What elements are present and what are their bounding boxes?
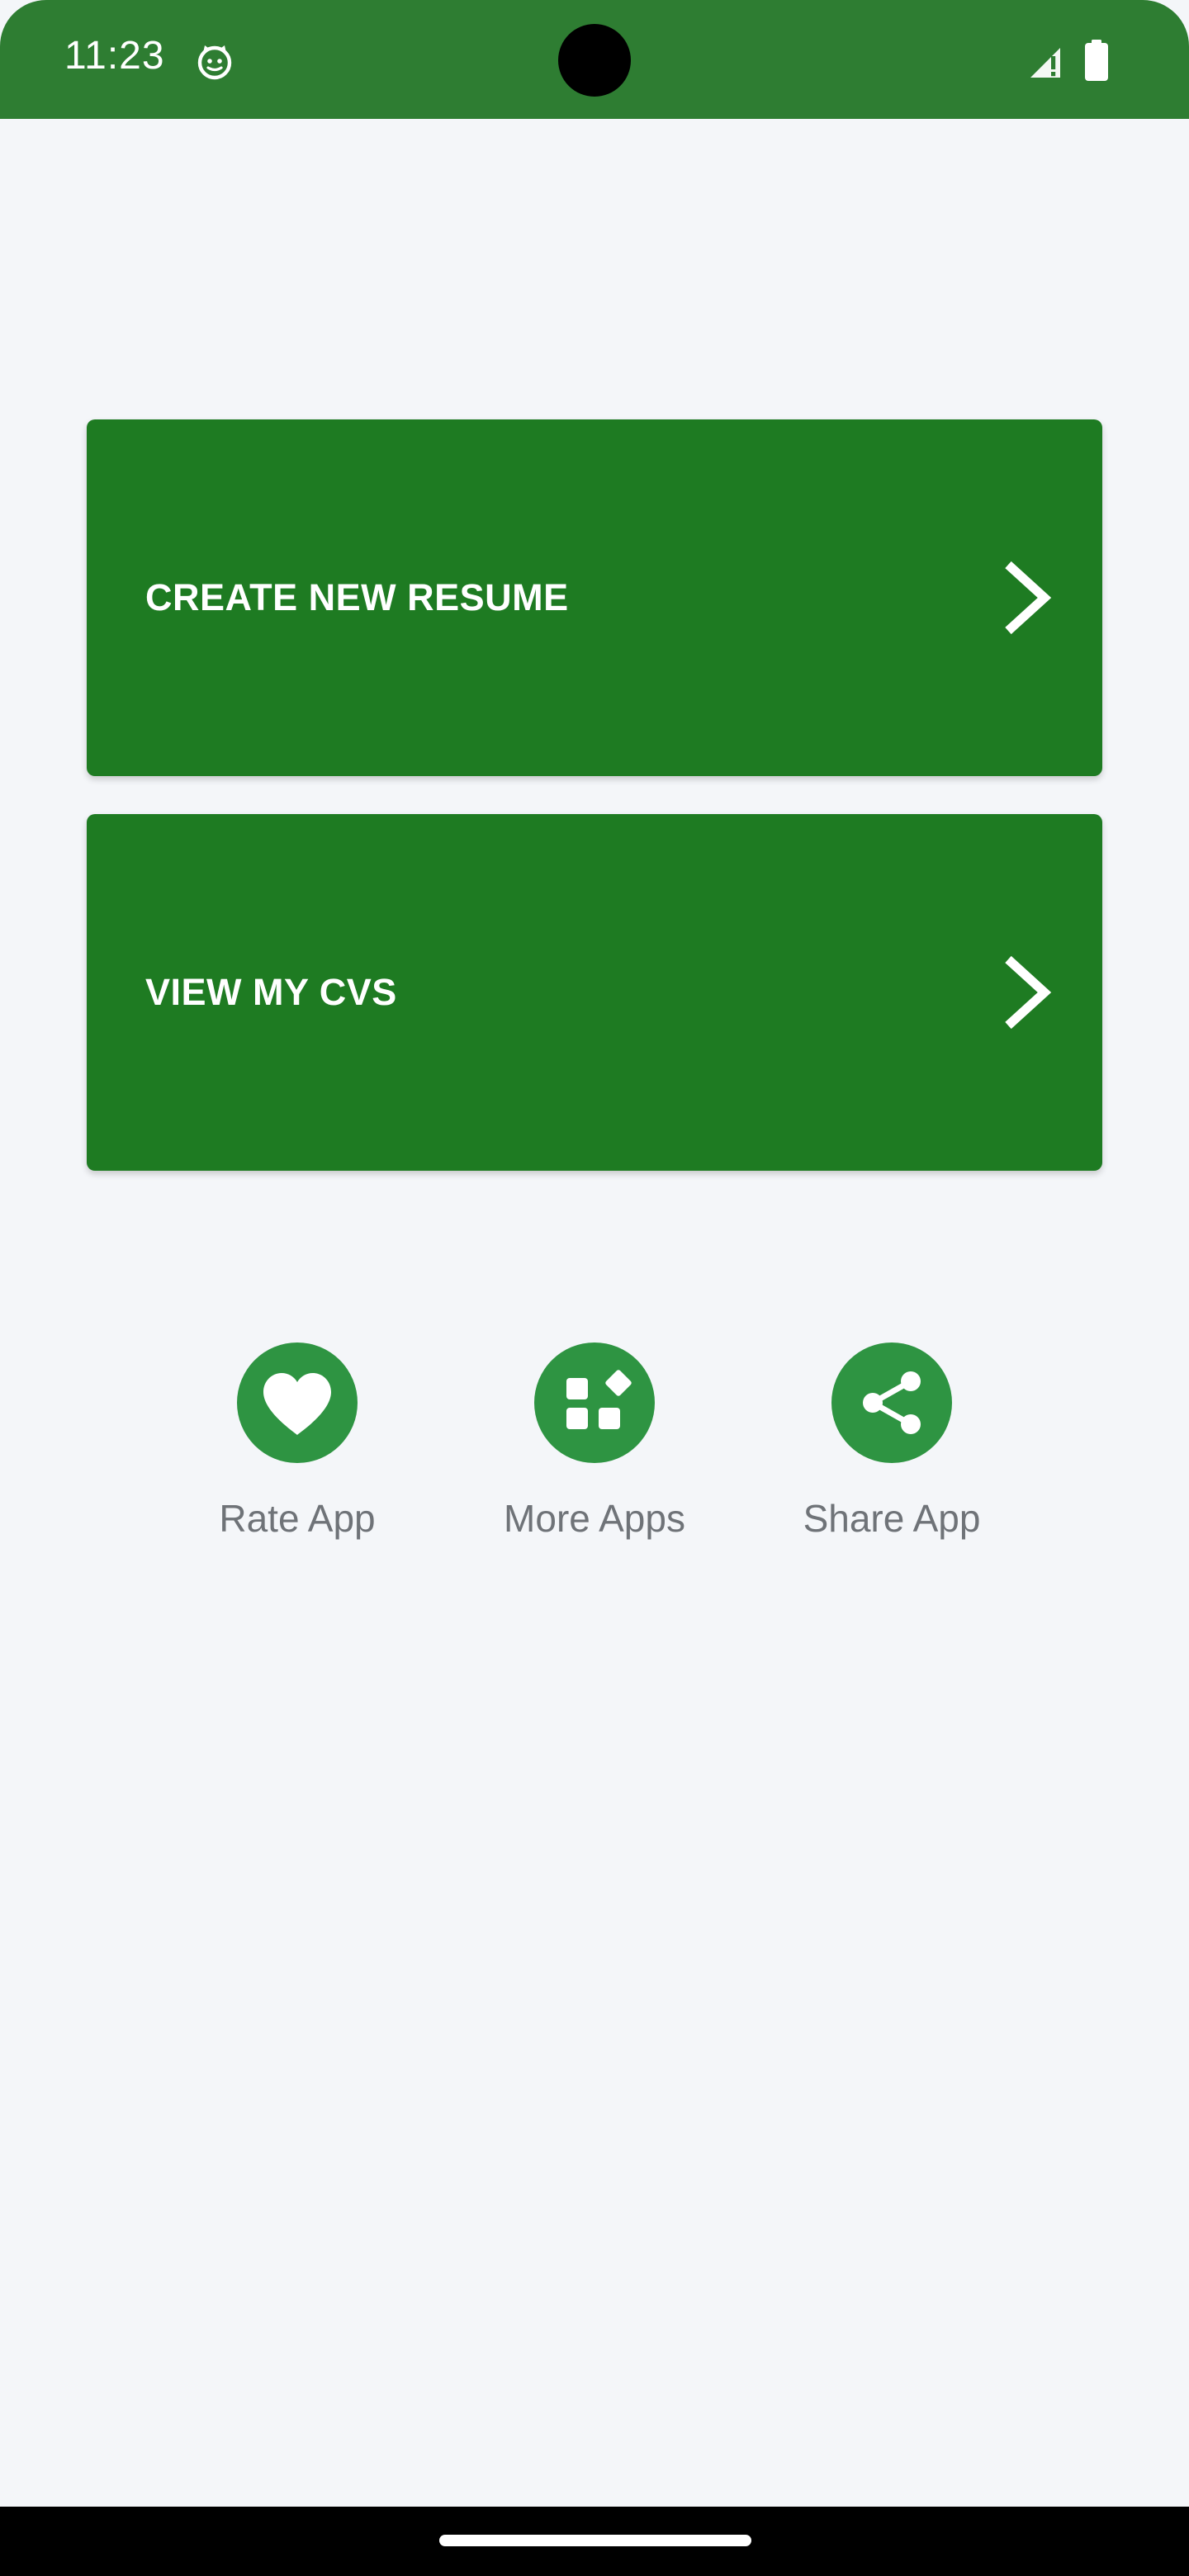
rate-app-label: Rate App bbox=[219, 1497, 376, 1540]
camera-cutout bbox=[558, 24, 631, 97]
share-app-label: Share App bbox=[803, 1497, 981, 1540]
create-new-resume-button[interactable]: CREATE NEW RESUME bbox=[87, 419, 1102, 776]
signal-alert-icon bbox=[1030, 48, 1060, 78]
home-handle[interactable] bbox=[439, 2535, 751, 2546]
create-new-resume-label: CREATE NEW RESUME bbox=[145, 576, 569, 618]
more-apps-circle bbox=[534, 1342, 655, 1463]
chevron-right-icon bbox=[1005, 561, 1052, 635]
status-bar: 11:23 bbox=[0, 0, 1189, 119]
share-icon bbox=[863, 1371, 921, 1434]
share-app-circle bbox=[831, 1342, 952, 1463]
app-screen: 11:23 CREATE NEW RESUME VIEW MY CVS Rate… bbox=[0, 0, 1189, 2576]
chevron-right-icon bbox=[1005, 955, 1052, 1030]
cat-face-icon bbox=[197, 45, 232, 80]
battery-full-icon bbox=[1085, 40, 1108, 81]
more-apps-label: More Apps bbox=[504, 1497, 685, 1540]
share-app-button[interactable]: Share App bbox=[768, 1342, 1016, 1565]
heart-icon bbox=[263, 1373, 331, 1435]
rate-app-circle bbox=[237, 1342, 358, 1463]
status-time: 11:23 bbox=[64, 34, 165, 78]
more-apps-button[interactable]: More Apps bbox=[471, 1342, 718, 1565]
view-my-cvs-label: VIEW MY CVS bbox=[145, 971, 397, 1013]
apps-grid-icon bbox=[566, 1370, 632, 1429]
view-my-cvs-button[interactable]: VIEW MY CVS bbox=[87, 814, 1102, 1171]
rate-app-button[interactable]: Rate App bbox=[173, 1342, 421, 1565]
